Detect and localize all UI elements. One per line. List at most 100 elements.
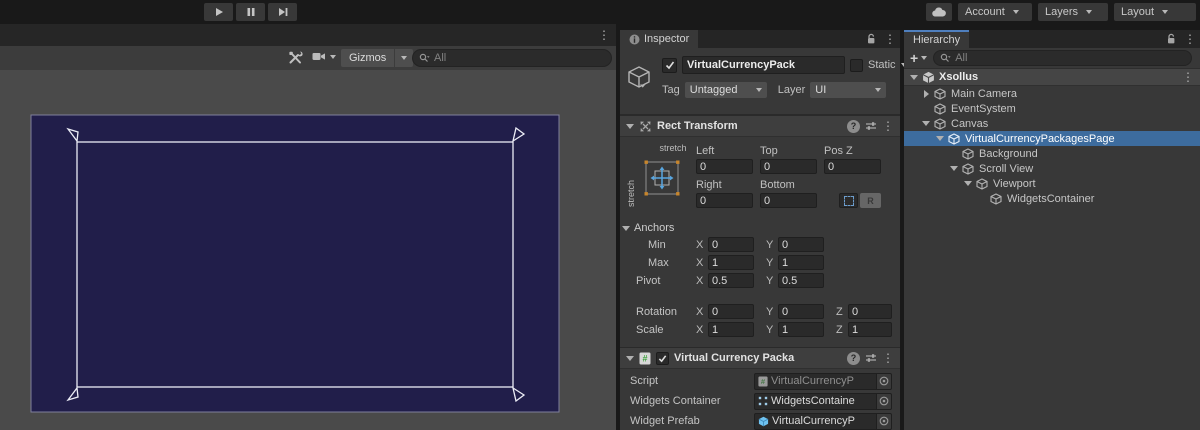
item-label: Scroll View bbox=[979, 163, 1033, 175]
rotation-z-field[interactable] bbox=[848, 304, 892, 319]
foldout-open-icon[interactable] bbox=[936, 136, 944, 141]
svg-text:#: # bbox=[642, 353, 647, 363]
create-object-button[interactable]: + bbox=[910, 51, 927, 65]
z-axis-label: Z bbox=[836, 324, 844, 336]
pause-button[interactable] bbox=[236, 3, 265, 21]
account-dropdown[interactable]: Account bbox=[958, 3, 1032, 21]
foldout-open-icon[interactable] bbox=[910, 75, 918, 80]
hierarchy-search-input[interactable] bbox=[955, 52, 1185, 64]
anchors-min-y-field[interactable] bbox=[778, 237, 824, 252]
scene-tools-icon[interactable] bbox=[288, 51, 303, 65]
component-kebab-icon[interactable]: ⋮ bbox=[882, 120, 894, 132]
hierarchy-item-widgetscontainer[interactable]: WidgetsContainer bbox=[904, 191, 1200, 206]
foldout-open-icon[interactable] bbox=[626, 356, 634, 361]
foldout-open-icon[interactable] bbox=[922, 121, 930, 126]
left-field[interactable] bbox=[696, 159, 753, 174]
object-picker-icon[interactable] bbox=[877, 413, 892, 430]
vcp-component-header[interactable]: # Virtual Currency Packa ? ⋮ bbox=[620, 347, 900, 369]
posz-field[interactable] bbox=[824, 159, 881, 174]
tab-inspector[interactable]: Inspector bbox=[620, 30, 698, 48]
step-button[interactable] bbox=[268, 3, 297, 21]
presets-icon[interactable] bbox=[865, 121, 877, 131]
anchors-max-x-field[interactable] bbox=[708, 255, 754, 270]
tab-hierarchy[interactable]: Hierarchy bbox=[904, 30, 969, 48]
tag-dropdown[interactable]: Untagged bbox=[685, 82, 767, 98]
active-checkbox[interactable] bbox=[662, 58, 677, 73]
hierarchy-item-main-camera[interactable]: Main Camera bbox=[904, 86, 1200, 101]
hierarchy-search-field[interactable] bbox=[933, 50, 1192, 66]
pivot-y-field[interactable] bbox=[778, 273, 824, 288]
layout-dropdown[interactable]: Layout bbox=[1114, 3, 1196, 21]
component-enabled-checkbox[interactable] bbox=[656, 352, 669, 365]
anchors-foldout[interactable]: Anchors bbox=[622, 222, 900, 234]
cloud-button[interactable] bbox=[926, 3, 952, 21]
inspector-kebab-icon[interactable]: ⋮ bbox=[884, 33, 896, 45]
anchors-min-x-field[interactable] bbox=[708, 237, 754, 252]
blueprint-mode-button[interactable] bbox=[839, 193, 858, 208]
hierarchy-item-background[interactable]: Background bbox=[904, 146, 1200, 161]
scene-control-bar: Gizmos bbox=[0, 46, 616, 71]
rect-transform-header[interactable]: Rect Transform ? ⋮ bbox=[620, 115, 900, 137]
object-picker-icon[interactable] bbox=[877, 393, 892, 410]
layers-dropdown[interactable]: Layers bbox=[1038, 3, 1108, 21]
lock-icon[interactable] bbox=[1166, 33, 1176, 45]
script-object-value: VirtualCurrencyP bbox=[771, 375, 854, 387]
lock-icon[interactable] bbox=[866, 33, 876, 45]
scene-search-input[interactable] bbox=[434, 52, 605, 64]
foldout-open-icon[interactable] bbox=[964, 181, 972, 186]
rotation-x-field[interactable] bbox=[708, 304, 754, 319]
widgets-container-field[interactable]: WidgetsContaine bbox=[754, 393, 877, 410]
scene-search-field[interactable] bbox=[412, 49, 612, 67]
scene-kebab-icon[interactable]: ⋮ bbox=[1182, 71, 1194, 83]
object-picker-icon[interactable] bbox=[877, 373, 892, 390]
anchors-min-label: Min bbox=[648, 239, 696, 251]
play-icon bbox=[213, 6, 225, 18]
hierarchy-item-eventsystem[interactable]: EventSystem bbox=[904, 101, 1200, 116]
script-row-label: Script bbox=[630, 375, 754, 387]
scale-x-field[interactable] bbox=[708, 322, 754, 337]
scene-viewport[interactable] bbox=[0, 70, 616, 430]
anchor-preset-widget[interactable] bbox=[643, 159, 681, 197]
help-icon[interactable]: ? bbox=[847, 120, 860, 133]
anchor-stretch-label-top: stretch bbox=[643, 143, 703, 153]
gizmos-dropdown[interactable]: Gizmos bbox=[341, 49, 413, 67]
pivot-x-field[interactable] bbox=[708, 273, 754, 288]
rect-transform-title: Rect Transform bbox=[657, 120, 842, 132]
hierarchy-item-virtualcurrencypackagespage[interactable]: VirtualCurrencyPackagesPage bbox=[904, 131, 1200, 146]
widget-prefab-field[interactable]: VirtualCurrencyP bbox=[754, 413, 877, 430]
top-field[interactable] bbox=[760, 159, 817, 174]
presets-icon[interactable] bbox=[865, 353, 877, 363]
rotation-y-field[interactable] bbox=[778, 304, 824, 319]
scale-z-field[interactable] bbox=[848, 322, 892, 337]
foldout-open-icon[interactable] bbox=[950, 166, 958, 171]
gameobject-name-field[interactable] bbox=[682, 56, 845, 74]
scale-y-field[interactable] bbox=[778, 322, 824, 337]
static-checkbox[interactable] bbox=[850, 59, 863, 72]
gameobject-cube-icon[interactable] bbox=[626, 65, 652, 93]
scene-row-xsollus[interactable]: Xsollus ⋮ bbox=[904, 69, 1200, 86]
anchors-max-y-field[interactable] bbox=[778, 255, 824, 270]
prefab-cube-icon bbox=[758, 416, 769, 427]
layer-dropdown[interactable]: UI bbox=[810, 82, 886, 98]
foldout-closed-icon[interactable] bbox=[924, 90, 929, 98]
hierarchy-item-viewport[interactable]: Viewport bbox=[904, 176, 1200, 191]
hierarchy-kebab-icon[interactable]: ⋮ bbox=[1184, 33, 1196, 45]
script-icon: # bbox=[758, 376, 768, 387]
scene-menu-kebab-icon[interactable]: ⋮ bbox=[598, 29, 610, 41]
play-button[interactable] bbox=[204, 3, 233, 21]
layer-label: Layer bbox=[778, 84, 806, 96]
script-object-field[interactable]: # VirtualCurrencyP bbox=[754, 373, 877, 390]
item-label: Main Camera bbox=[951, 88, 1017, 100]
scene-camera-dropdown[interactable] bbox=[312, 51, 336, 62]
y-axis-label: Y bbox=[766, 306, 774, 318]
layout-label: Layout bbox=[1121, 6, 1154, 18]
foldout-open-icon[interactable] bbox=[626, 124, 634, 129]
hierarchy-item-scroll-view[interactable]: Scroll View bbox=[904, 161, 1200, 176]
hierarchy-item-canvas[interactable]: Canvas bbox=[904, 116, 1200, 131]
component-kebab-icon[interactable]: ⋮ bbox=[882, 352, 894, 364]
gameobject-cube-icon bbox=[962, 148, 974, 160]
bottom-field[interactable] bbox=[760, 193, 817, 208]
raw-edit-mode-button[interactable]: R bbox=[860, 193, 881, 208]
right-field[interactable] bbox=[696, 193, 753, 208]
help-icon[interactable]: ? bbox=[847, 352, 860, 365]
